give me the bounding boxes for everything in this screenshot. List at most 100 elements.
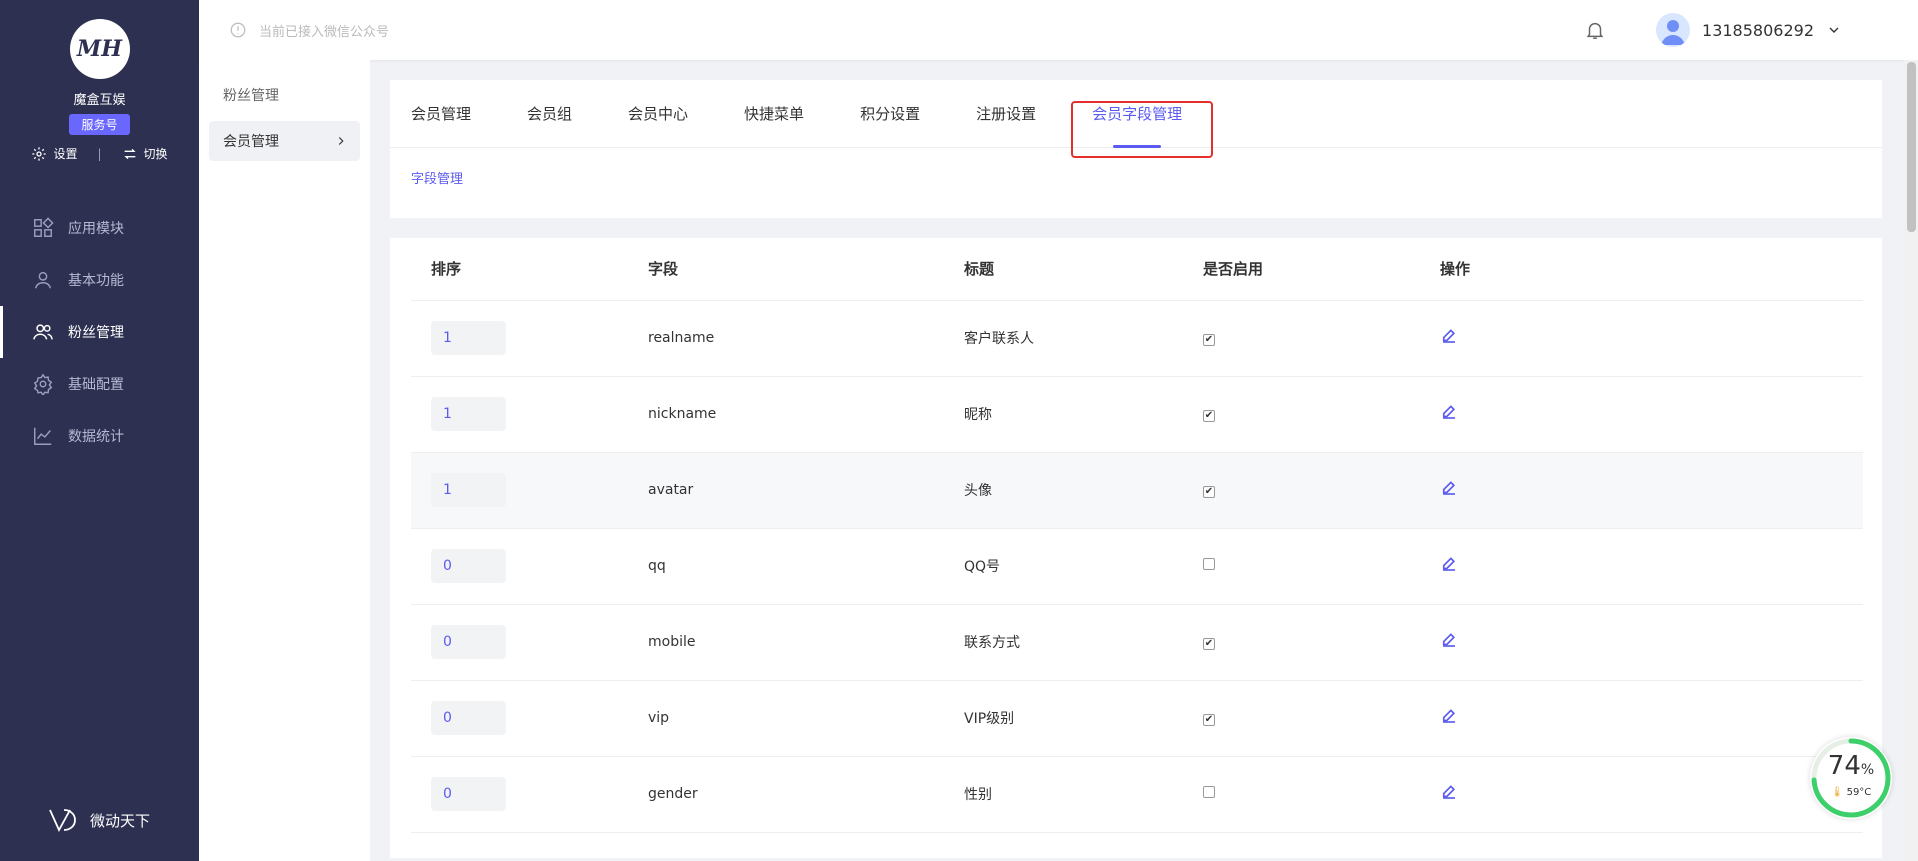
chevron-right-icon [338, 137, 344, 145]
action-cell [1440, 376, 1863, 453]
sort-order-input[interactable]: 0 [431, 777, 506, 811]
performance-gauge[interactable]: 74% 🌡 59°C [1810, 737, 1892, 819]
edit-icon[interactable] [1440, 479, 1458, 501]
subnav-title: 粉丝管理 [223, 88, 279, 104]
edit-icon[interactable] [1440, 403, 1458, 425]
sort-order-input[interactable]: 1 [431, 321, 506, 355]
table-row: 1 nickname 昵称 [411, 376, 1863, 453]
chart-icon [34, 427, 52, 445]
enabled-checkbox[interactable] [1203, 558, 1215, 570]
sort-cell: 0 [411, 680, 648, 757]
chevron-down-icon [1829, 27, 1839, 33]
sort-order-input[interactable]: 1 [431, 397, 506, 431]
field-cell: mobile [648, 604, 964, 681]
nav-item-modules[interactable]: 应用模块 [0, 202, 199, 254]
gear-icon [32, 146, 47, 161]
enabled-checkbox[interactable] [1203, 786, 1215, 798]
avatar [1656, 13, 1691, 47]
switch-button[interactable]: 切换 [122, 145, 168, 162]
bell-icon[interactable] [1584, 19, 1606, 41]
sort-order-input[interactable]: 0 [431, 625, 506, 659]
nav-label: 粉丝管理 [68, 325, 124, 341]
table-row: 0 mobile 联系方式 [411, 604, 1863, 681]
sort-cell: 0 [411, 756, 648, 833]
footer-brand: 微动天下 [48, 807, 150, 833]
tab-register-settings[interactable]: 注册设置 [976, 80, 1036, 148]
subnav-item-label: 会员管理 [223, 134, 279, 150]
scrollbar-thumb[interactable] [1907, 62, 1916, 232]
edit-icon[interactable] [1440, 327, 1458, 349]
sort-cell: 1 [411, 452, 648, 529]
edit-icon[interactable] [1440, 555, 1458, 577]
enabled-checkbox[interactable] [1203, 334, 1215, 346]
enabled-cell [1203, 376, 1440, 453]
field-cell: nickname [648, 376, 964, 453]
field-cell: vip [648, 680, 964, 757]
table-row: 0 qq QQ号 [411, 528, 1863, 605]
nav-item-stats[interactable]: 数据统计 [0, 410, 199, 462]
tab-member-center[interactable]: 会员中心 [628, 80, 688, 148]
gauge-temperature: 🌡 59°C [1810, 787, 1892, 798]
sort-order-input[interactable]: 0 [431, 701, 506, 735]
subtab-field-manage[interactable]: 字段管理 [390, 148, 1882, 207]
settings-button[interactable]: 设置 [31, 145, 77, 162]
subnav-item-members[interactable]: 会员管理 [209, 121, 360, 161]
fields-table: 排序 字段 标题 是否启用 操作 1 realname 客户联系人 1 nick… [411, 238, 1863, 833]
tab-member-manage[interactable]: 会员管理 [411, 80, 471, 148]
column-header: 操作 [1440, 238, 1863, 301]
avatar-person-icon [1661, 20, 1686, 45]
secondary-sidebar: 粉丝管理 会员管理 [199, 60, 370, 861]
nav-item-config[interactable]: 基础配置 [0, 358, 199, 410]
table-row: 1 realname 客户联系人 [411, 300, 1863, 377]
switch-label: 切换 [143, 147, 168, 161]
user-menu[interactable]: 13185806292 [1656, 13, 1842, 47]
nav-item-fans[interactable]: 粉丝管理 [0, 306, 199, 358]
footer-brand-name: 微动天下 [90, 811, 151, 830]
enabled-cell [1203, 452, 1440, 529]
enabled-checkbox[interactable] [1203, 486, 1215, 498]
action-cell [1440, 756, 1863, 833]
user-icon [34, 271, 52, 289]
edit-icon[interactable] [1440, 631, 1458, 653]
tab-member-group[interactable]: 会员组 [527, 80, 572, 148]
users-icon [33, 324, 53, 340]
action-cell [1440, 452, 1863, 529]
title-cell: VIP级别 [964, 680, 1203, 757]
edit-icon[interactable] [1440, 707, 1458, 729]
main-nav: 应用模块 基本功能 粉丝管理 基础配置 数据统计 [0, 202, 199, 462]
settings-label: 设置 [53, 147, 78, 161]
enabled-checkbox[interactable] [1203, 714, 1215, 726]
sort-order-input[interactable]: 0 [431, 549, 506, 583]
title-cell: 客户联系人 [964, 300, 1203, 377]
notice-text: 当前已接入微信公众号 [259, 24, 390, 40]
column-header: 是否启用 [1203, 238, 1440, 301]
title-cell: QQ号 [964, 528, 1203, 605]
brand-name: 魔盒互娱 [73, 93, 126, 108]
brand-block: MH 魔盒互娱 服务号 设置 | 切换 [0, 0, 199, 162]
tab-quick-menu[interactable]: 快捷菜单 [744, 80, 804, 148]
nav-item-basic[interactable]: 基本功能 [0, 254, 199, 306]
connection-notice: 当前已接入微信公众号 [229, 21, 389, 40]
field-cell: avatar [648, 452, 964, 529]
field-cell: gender [648, 756, 964, 833]
action-cell [1440, 528, 1863, 605]
column-header: 标题 [964, 238, 1203, 301]
nav-label: 应用模块 [68, 221, 124, 237]
column-header: 排序 [411, 238, 648, 301]
action-cell [1440, 680, 1863, 757]
nav-label: 基础配置 [68, 377, 124, 393]
tab-points-settings[interactable]: 积分设置 [860, 80, 920, 148]
sort-cell: 1 [411, 300, 648, 377]
info-icon [230, 22, 246, 38]
enabled-checkbox[interactable] [1203, 638, 1215, 650]
field-cell: realname [648, 300, 964, 377]
enabled-checkbox[interactable] [1203, 410, 1215, 422]
table-row: 1 avatar 头像 [411, 452, 1863, 529]
tab-member-fields[interactable]: 会员字段管理 [1092, 80, 1182, 148]
main-content: 会员管理 会员组 会员中心 快捷菜单 积分设置 注册设置 会员字段管理 字段管理… [390, 80, 1882, 858]
page-scrollbar[interactable] [1904, 60, 1918, 861]
sort-order-input[interactable]: 1 [431, 473, 506, 507]
title-cell: 昵称 [964, 376, 1203, 453]
edit-icon[interactable] [1440, 783, 1458, 805]
sort-cell: 0 [411, 604, 648, 681]
